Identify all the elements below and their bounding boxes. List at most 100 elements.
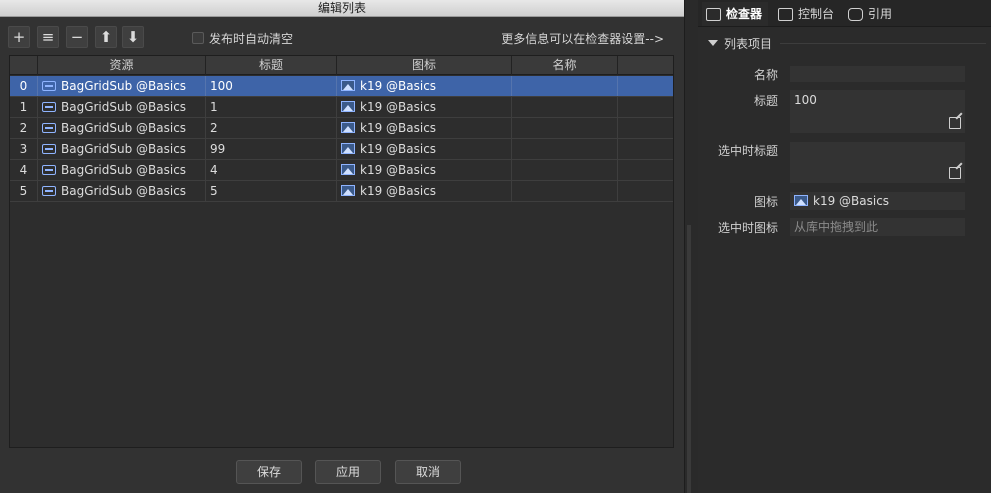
title-cell[interactable]: 2 (206, 118, 337, 138)
header-title[interactable]: 标题 (206, 56, 337, 75)
name-field[interactable] (790, 66, 965, 82)
section-divider (780, 42, 986, 44)
inspector-tabs: 检查器 控制台 引用 (698, 0, 991, 27)
tab-inspector[interactable]: 检查器 (702, 2, 769, 26)
inspector-panel: 检查器 控制台 引用 列表项目 名称 标题 100 选中时标题 图标 k19 @… (698, 0, 991, 493)
title-cell[interactable]: 99 (206, 139, 337, 159)
resource-cell[interactable]: BagGridSub @Basics (38, 160, 206, 180)
name-cell[interactable] (512, 76, 618, 96)
header-extra (618, 56, 673, 75)
icon-value: k19 @Basics (360, 142, 437, 156)
icon-cell[interactable]: k19 @Basics (337, 97, 512, 117)
table-row[interactable]: 4 BagGridSub @Basics 4 k19 @Basics (10, 160, 673, 181)
component-icon (42, 144, 56, 154)
icon-cell[interactable]: k19 @Basics (337, 139, 512, 159)
table-row[interactable]: 0 BagGridSub @Basics 100 k19 @Basics (10, 76, 673, 97)
resource-value: BagGridSub @Basics (61, 184, 187, 198)
name-cell[interactable] (512, 181, 618, 201)
save-button[interactable]: 保存 (236, 460, 302, 484)
move-up-button[interactable]: ⬆ (95, 26, 117, 48)
prop-title-label: 标题 (753, 94, 778, 108)
edit-icon[interactable] (949, 117, 961, 129)
icon-value: k19 @Basics (360, 121, 437, 135)
title-cell[interactable]: 100 (206, 76, 337, 96)
title-field[interactable]: 100 (790, 90, 965, 133)
row-index: 4 (10, 160, 38, 180)
reference-icon (848, 7, 863, 21)
list-toolbar: + ≡ − ⬆ ⬇ 发布时自动清空 更多信息可以在检查器设置--> (8, 26, 678, 48)
name-cell[interactable] (512, 97, 618, 117)
plus-icon: + (12, 28, 26, 46)
row-index: 1 (10, 97, 38, 117)
arrow-down-icon: ⬇ (126, 28, 140, 46)
name-cell[interactable] (512, 160, 618, 180)
table-row[interactable]: 3 BagGridSub @Basics 99 k19 @Basics (10, 139, 673, 160)
name-cell[interactable] (512, 139, 618, 159)
extra-cell (618, 97, 673, 117)
auto-clear-checkbox[interactable] (192, 32, 204, 44)
icon-cell[interactable]: k19 @Basics (337, 76, 512, 96)
add-item-button[interactable]: + (8, 26, 30, 48)
tab-console[interactable]: 控制台 (774, 2, 840, 26)
title-field-value: 100 (794, 93, 817, 107)
insert-icon: ≡ (41, 28, 55, 46)
resource-value: BagGridSub @Basics (61, 79, 187, 93)
row-index: 0 (10, 76, 38, 96)
resource-cell[interactable]: BagGridSub @Basics (38, 181, 206, 201)
icon-field[interactable]: k19 @Basics (790, 192, 965, 210)
selected-icon-field[interactable]: 从库中拖拽到此 (790, 218, 965, 236)
resource-cell[interactable]: BagGridSub @Basics (38, 118, 206, 138)
extra-cell (618, 118, 673, 138)
move-down-button[interactable]: ⬇ (122, 26, 144, 48)
extra-cell (618, 139, 673, 159)
resource-cell[interactable]: BagGridSub @Basics (38, 76, 206, 96)
title-cell[interactable]: 5 (206, 181, 337, 201)
image-icon (341, 164, 355, 175)
selected-title-field[interactable] (790, 142, 965, 183)
auto-clear-label: 发布时自动清空 (209, 31, 294, 46)
section-title: 列表项目 (724, 36, 773, 51)
header-icon[interactable]: 图标 (337, 56, 512, 75)
prop-icon-label: 图标 (753, 195, 778, 209)
edit-icon[interactable] (949, 167, 961, 179)
header-resource[interactable]: 资源 (38, 56, 206, 75)
dialog-title: 编辑列表 (0, 0, 684, 17)
extra-cell (618, 160, 673, 180)
scrollbar-handle[interactable] (687, 225, 691, 493)
component-icon (42, 186, 56, 196)
tab-reference[interactable]: 引用 (844, 2, 898, 26)
insert-item-button[interactable]: ≡ (37, 26, 59, 48)
icon-cell[interactable]: k19 @Basics (337, 181, 512, 201)
title-cell[interactable]: 1 (206, 97, 337, 117)
cancel-button[interactable]: 取消 (395, 460, 461, 484)
title-cell[interactable]: 4 (206, 160, 337, 180)
tab-console-label: 控制台 (798, 7, 835, 21)
panel-splitter[interactable] (684, 0, 698, 493)
component-icon (42, 81, 56, 91)
table-row[interactable]: 2 BagGridSub @Basics 2 k19 @Basics (10, 118, 673, 139)
auto-clear-option[interactable]: 发布时自动清空 (192, 30, 293, 46)
collapse-triangle-icon[interactable] (708, 40, 718, 46)
list-item-section[interactable]: 列表项目 (708, 35, 986, 51)
table-row[interactable]: 1 BagGridSub @Basics 1 k19 @Basics (10, 97, 673, 118)
table-row[interactable]: 5 BagGridSub @Basics 5 k19 @Basics (10, 181, 673, 202)
more-info-link[interactable]: 更多信息可以在检查器设置--> (501, 30, 664, 47)
row-index: 3 (10, 139, 38, 159)
icon-cell[interactable]: k19 @Basics (337, 118, 512, 138)
resource-value: BagGridSub @Basics (61, 163, 187, 177)
name-cell[interactable] (512, 118, 618, 138)
header-name[interactable]: 名称 (512, 56, 618, 75)
remove-item-button[interactable]: − (66, 26, 88, 48)
tab-reference-label: 引用 (868, 7, 893, 21)
table-header: 资源 标题 图标 名称 (10, 56, 673, 75)
inspector-icon (706, 7, 721, 21)
extra-cell (618, 181, 673, 201)
row-index: 2 (10, 118, 38, 138)
resource-cell[interactable]: BagGridSub @Basics (38, 139, 206, 159)
resource-cell[interactable]: BagGridSub @Basics (38, 97, 206, 117)
icon-cell[interactable]: k19 @Basics (337, 160, 512, 180)
apply-button[interactable]: 应用 (315, 460, 381, 484)
prop-name-label: 名称 (753, 68, 778, 82)
resource-value: BagGridSub @Basics (61, 121, 187, 135)
tab-inspector-label: 检查器 (726, 7, 763, 21)
